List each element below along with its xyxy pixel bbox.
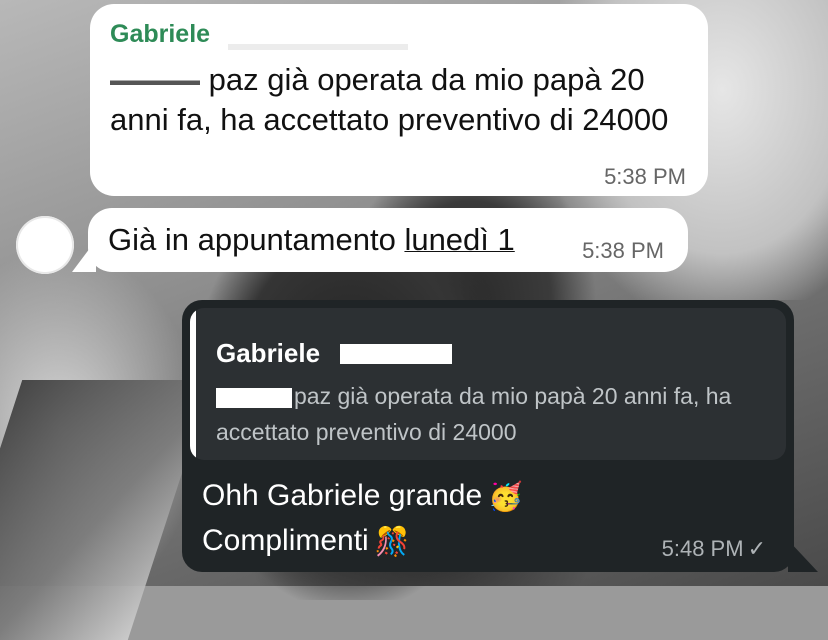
partying-face-emoji: 🥳 [488,481,524,513]
message-text-content: paz già operata da mio papà 20 anni fa, … [110,62,669,137]
redaction [110,74,200,89]
quote-text: paz già operata da mio papà 20 anni fa, … [216,378,776,450]
outgoing-message[interactable]: Gabriele paz già operata da mio papà 20 … [182,300,794,572]
redaction [340,344,452,364]
quoted-message[interactable]: Gabriele paz già operata da mio papà 20 … [190,308,786,460]
message-line: Ohh Gabriele grande [202,479,483,512]
sender-name[interactable]: Gabriele [110,20,210,49]
date-link[interactable]: lunedì 1 [404,222,514,257]
confetti-ball-emoji: 🎊 [374,526,410,558]
timestamp-text: 5:48 PM [661,536,744,561]
message-text-content: Già in appuntamento [108,222,405,257]
quote-accent-bar [190,308,196,460]
message-timestamp: 5:38 PM [604,164,686,189]
message-text: paz già operata da mio papà 20 anni fa, … [110,60,700,140]
incoming-message[interactable]: Già in appuntamento lunedì 1 5:38 PM [88,208,688,272]
check-icon: ✓ [747,536,766,561]
incoming-message[interactable]: Gabriele paz già operata da mio papà 20 … [90,4,708,196]
redaction [216,387,292,408]
message-text: Già in appuntamento lunedì 1 [108,222,515,258]
message-line: Complimenti [202,524,369,558]
message-timestamp: 5:38 PM [582,238,664,263]
quote-text-content: paz già operata da mio papà 20 anni fa, … [216,383,732,445]
avatar[interactable] [16,216,74,274]
redaction [228,44,408,50]
quote-sender-name: Gabriele [216,338,321,368]
message-text: Ohh Gabriele grande 🥳 Complimenti 🎊 [202,474,523,564]
message-timestamp: 5:48 PM ✓ [662,536,766,562]
bubble-tail [788,540,818,572]
